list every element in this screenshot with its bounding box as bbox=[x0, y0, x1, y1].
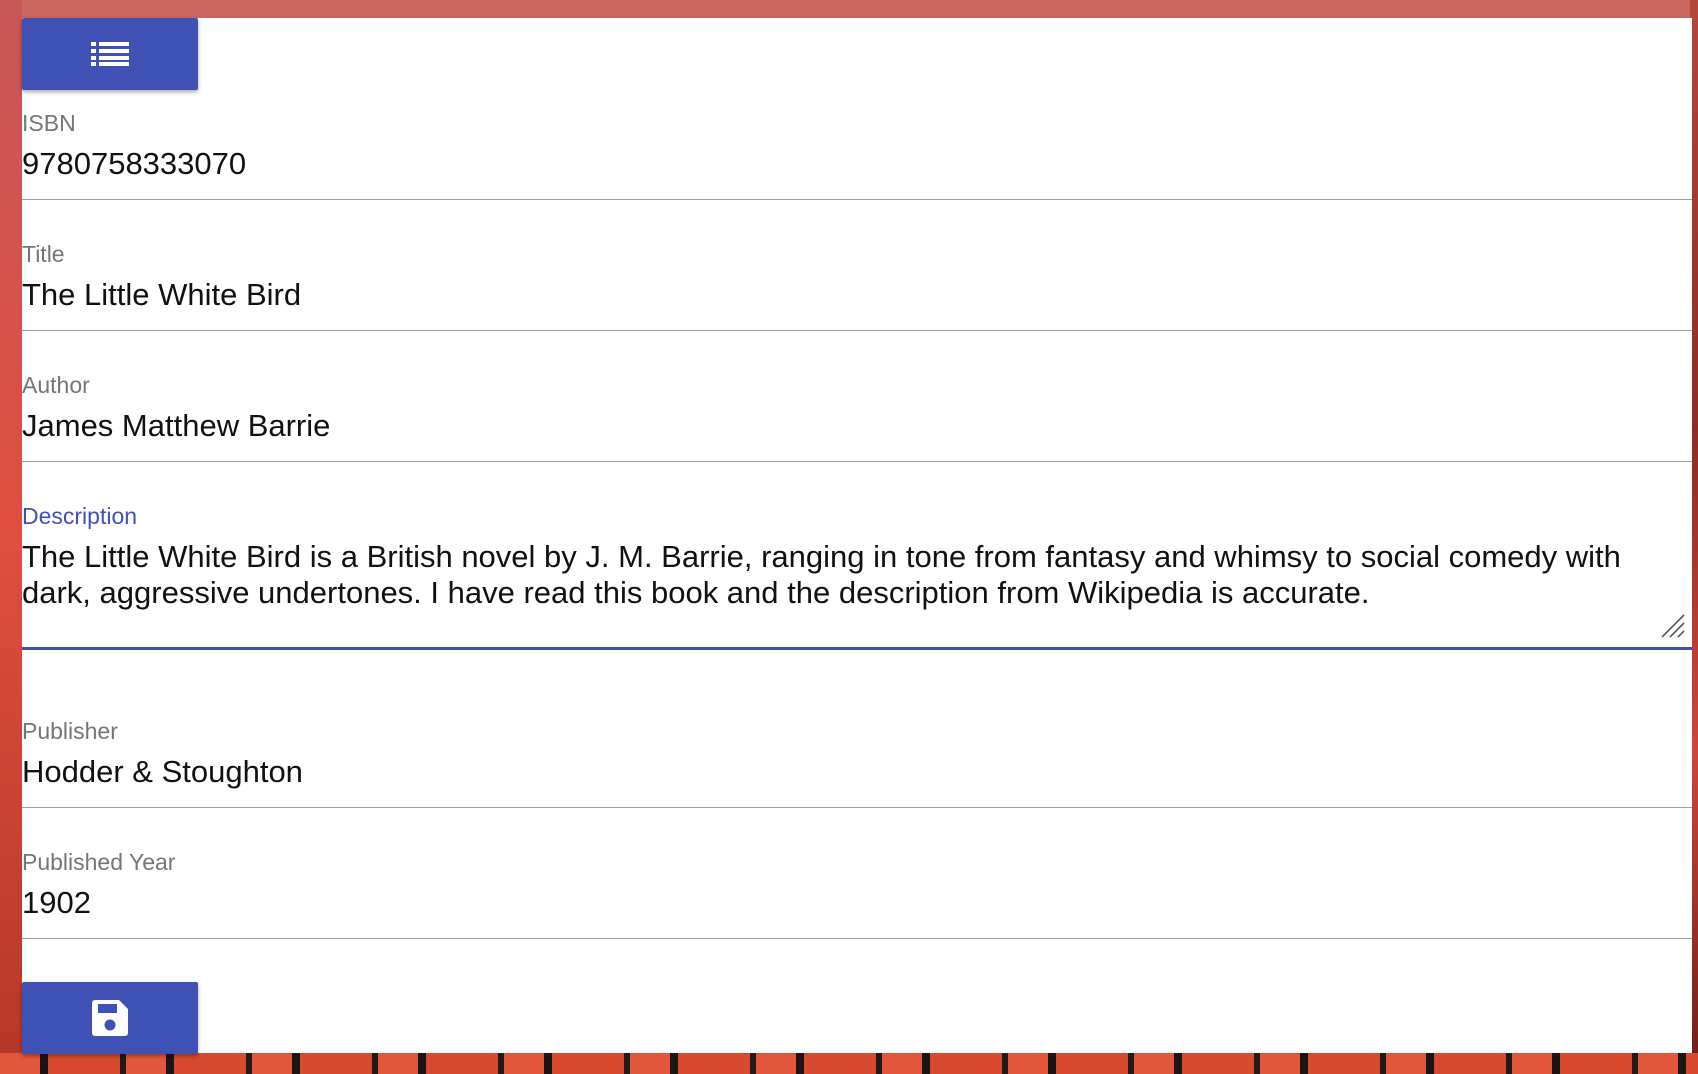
save-button[interactable] bbox=[22, 982, 198, 1054]
book-list-button[interactable] bbox=[22, 18, 198, 90]
publisher-label: Publisher bbox=[22, 718, 118, 744]
title-input[interactable]: The Little White Bird bbox=[22, 277, 1672, 313]
author-field[interactable]: Author James Matthew Barrie bbox=[22, 372, 1692, 462]
title-field[interactable]: Title The Little White Bird bbox=[22, 241, 1692, 331]
list-icon bbox=[91, 42, 129, 66]
background-artwork-bottom bbox=[0, 1053, 1698, 1074]
description-label: Description bbox=[22, 503, 138, 529]
description-field[interactable]: Description The Little White Bird is a B… bbox=[22, 503, 1692, 650]
save-icon bbox=[92, 1000, 128, 1036]
author-input[interactable]: James Matthew Barrie bbox=[22, 408, 1672, 444]
isbn-field[interactable]: ISBN 9780758333070 bbox=[22, 110, 1692, 200]
published-year-input[interactable]: 1902 bbox=[22, 885, 1672, 921]
isbn-input[interactable]: 9780758333070 bbox=[22, 146, 1672, 182]
title-label: Title bbox=[22, 241, 65, 267]
publisher-input[interactable]: Hodder & Stoughton bbox=[22, 754, 1672, 790]
background-artwork-left bbox=[0, 0, 22, 1074]
resize-handle-icon[interactable] bbox=[1660, 613, 1686, 639]
description-textarea[interactable]: The Little White Bird is a British novel… bbox=[22, 539, 1672, 611]
isbn-label: ISBN bbox=[22, 110, 76, 136]
author-label: Author bbox=[22, 372, 90, 398]
published-year-label: Published Year bbox=[22, 849, 176, 875]
publisher-field[interactable]: Publisher Hodder & Stoughton bbox=[22, 718, 1692, 808]
published-year-field[interactable]: Published Year 1902 bbox=[22, 849, 1692, 939]
book-edit-form: ISBN 9780758333070 Title The Little Whit… bbox=[22, 18, 1692, 1054]
